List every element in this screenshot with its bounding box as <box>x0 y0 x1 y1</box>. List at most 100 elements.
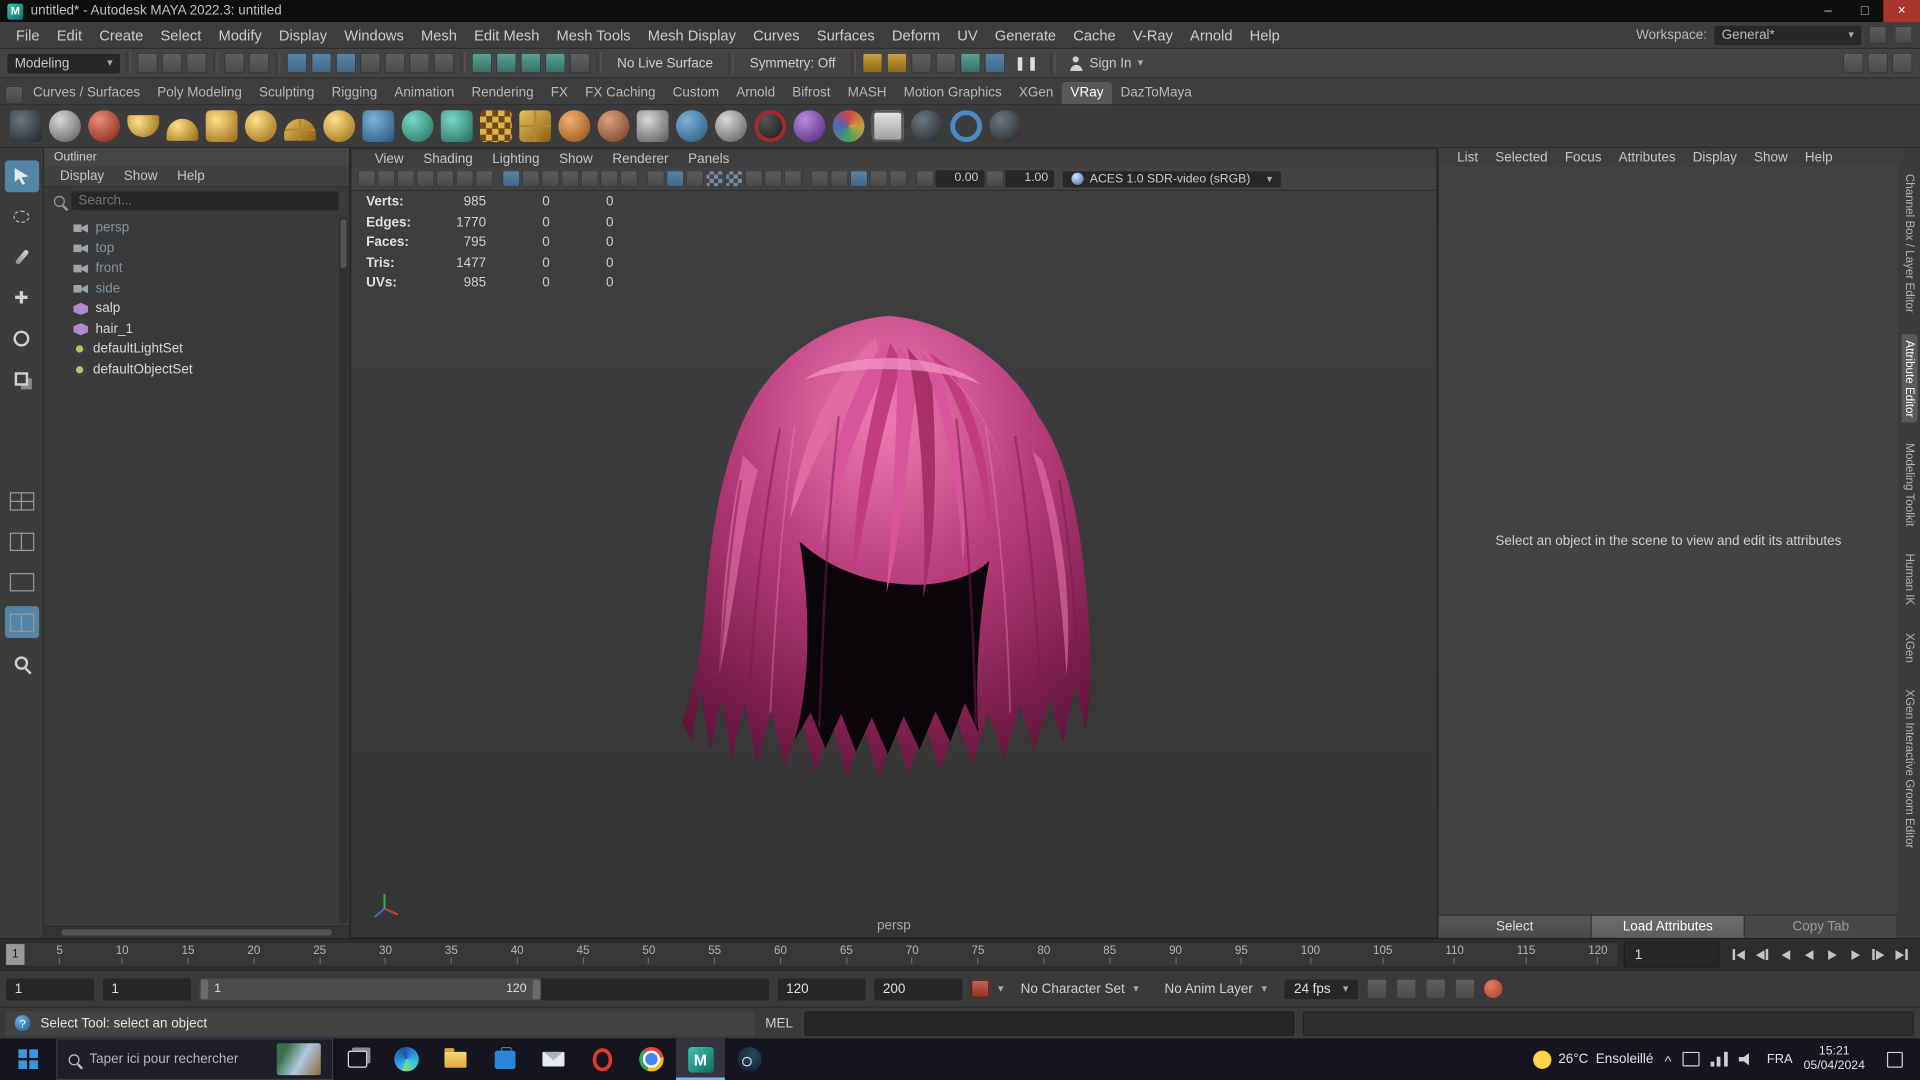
toggle-attribute-editor-icon[interactable] <box>1867 52 1889 74</box>
ambient-occlusion-icon[interactable] <box>764 170 783 188</box>
snap-to-curve-icon[interactable] <box>495 52 517 74</box>
menu-item[interactable]: Mesh Display <box>639 26 744 43</box>
field-chart-icon[interactable] <box>580 170 599 188</box>
lasso-tool-button[interactable] <box>4 201 38 233</box>
shelf-tab[interactable]: DazToMaya <box>1112 82 1200 104</box>
range-slider-track[interactable]: 1 120 <box>199 977 769 1000</box>
viewport-menu-item[interactable]: Show <box>551 151 602 166</box>
vray-checker-texture-icon[interactable] <box>480 110 512 143</box>
range-slider-handle[interactable]: 1 120 <box>199 977 542 1000</box>
viewport-canvas[interactable]: Verts: 985 0 0 Edges: 1770 0 0 Faces: 79… <box>351 191 1437 937</box>
play-backwards-button[interactable] <box>1799 943 1819 965</box>
attribute-editor-menu-item[interactable]: Help <box>1796 150 1841 165</box>
redo-icon[interactable] <box>248 52 270 74</box>
step-back-key-button[interactable] <box>1776 943 1796 965</box>
workspace-pin-icon[interactable] <box>1868 25 1887 45</box>
sign-in-button[interactable]: Sign In ▾ <box>1061 55 1150 71</box>
edge-app-button[interactable] <box>382 1038 431 1080</box>
attribute-editor-menu-item[interactable]: Focus <box>1556 150 1610 165</box>
sound-icon[interactable] <box>1425 978 1447 1000</box>
pause-viewport-icon[interactable]: ❚❚ <box>1009 55 1044 71</box>
maximize-button[interactable]: □ <box>1847 0 1884 22</box>
go-to-end-button[interactable] <box>1892 943 1912 965</box>
mel-label[interactable]: MEL <box>763 1016 796 1031</box>
attribute-editor-menu-item[interactable]: List <box>1449 150 1487 165</box>
vray-rect-light-icon[interactable] <box>205 110 238 143</box>
menu-item[interactable]: Modify <box>210 26 270 43</box>
open-scene-icon[interactable] <box>161 52 183 74</box>
gate-mask-icon[interactable] <box>560 170 580 188</box>
outliner-item[interactable]: hair_1 <box>44 319 349 339</box>
current-frame-marker[interactable]: 1 <box>6 944 25 965</box>
menu-item[interactable]: Curves <box>745 26 809 43</box>
shelf-tab[interactable]: FX Caching <box>577 82 665 104</box>
animation-start-field[interactable]: 1 <box>6 977 95 1000</box>
vray-sphere-light-icon[interactable] <box>244 110 277 143</box>
shelf-tab[interactable]: Rendering <box>463 82 542 104</box>
vray-volume-grid-icon[interactable] <box>911 110 943 143</box>
auto-keyframe-toggle-icon[interactable] <box>1484 979 1503 998</box>
toggle-toolbox-icon[interactable] <box>1842 52 1864 74</box>
menu-item[interactable]: Edit <box>48 26 90 43</box>
select-object-icon[interactable] <box>311 52 332 74</box>
menu-item[interactable]: Generate <box>986 26 1064 43</box>
chevron-down-icon[interactable]: ▾ <box>998 982 1004 995</box>
vray-dome-light-icon[interactable] <box>166 118 199 141</box>
viewport-menu-item[interactable]: Lighting <box>484 151 548 166</box>
taskbar-search-box[interactable]: Taper ici pour rechercher <box>56 1038 334 1080</box>
grease-pencil-icon[interactable] <box>475 170 494 188</box>
shadows-icon[interactable] <box>744 170 763 188</box>
mail-app-button[interactable] <box>529 1038 578 1080</box>
view-transform-dropdown[interactable]: ACES 1.0 SDR-video (sRGB) ▾ <box>1062 170 1281 187</box>
outliner-item[interactable]: top <box>44 238 349 258</box>
shelf-tab[interactable]: Rigging <box>323 82 386 104</box>
menu-item[interactable]: File <box>7 26 48 43</box>
resolution-gate-icon[interactable] <box>541 170 560 188</box>
outliner-item[interactable]: front <box>44 258 349 278</box>
sidebar-tab[interactable]: Channel Box / Layer Editor <box>1901 168 1917 319</box>
menu-item[interactable]: Windows <box>336 26 413 43</box>
lighting-default-icon[interactable] <box>830 170 849 188</box>
pan-zoom-icon[interactable] <box>455 170 474 188</box>
shelf-tab[interactable]: Poly Modeling <box>149 82 251 104</box>
vray-sky-icon[interactable] <box>362 110 395 143</box>
taskbar-clock[interactable]: 15:21 05/04/2024 <box>1804 1044 1865 1075</box>
symmetry-label[interactable]: Symmetry: Off <box>740 56 845 71</box>
menu-item[interactable]: Mesh <box>412 26 465 43</box>
outliner-item[interactable]: persp <box>44 218 349 238</box>
load-attributes-button[interactable]: Load Attributes <box>1591 915 1745 938</box>
light-editor-icon[interactable] <box>960 52 982 74</box>
current-time-field[interactable]: 1 <box>1623 941 1720 968</box>
safe-action-icon[interactable] <box>600 170 619 188</box>
play-forwards-button[interactable] <box>1822 943 1842 965</box>
layout-four-pane-button[interactable] <box>4 485 38 517</box>
step-forward-key-button[interactable] <box>1845 943 1865 965</box>
vray-hair-material-icon[interactable] <box>597 110 630 143</box>
weather-widget[interactable]: 26°C Ensoleillé <box>1532 1050 1653 1069</box>
search-highlight-thumbnail[interactable] <box>276 1043 321 1076</box>
outliner-menu-item[interactable]: Help <box>169 169 214 184</box>
playback-end-field[interactable]: 120 <box>777 977 866 1000</box>
menu-item[interactable]: Cache <box>1065 26 1125 43</box>
rotate-tool-button[interactable] <box>4 322 38 354</box>
workspace-selector[interactable]: General* ▾ <box>1714 25 1862 45</box>
vray-about-icon[interactable] <box>989 110 1022 143</box>
lighting-all-icon[interactable] <box>810 170 829 188</box>
viewport-menu-item[interactable]: Panels <box>680 151 738 166</box>
action-center-button[interactable] <box>1876 1051 1913 1068</box>
outliner-item[interactable]: defaultObjectSet <box>44 359 349 379</box>
sidebar-tab[interactable]: Modeling Toolkit <box>1901 438 1917 533</box>
use-default-material-icon[interactable] <box>724 170 744 188</box>
menu-item[interactable]: Mesh Tools <box>548 26 639 43</box>
animation-end-field[interactable]: 200 <box>874 977 963 1000</box>
anim-layer-dropdown[interactable]: No Anim Layer ▾ <box>1156 980 1276 997</box>
menu-item[interactable]: Help <box>1241 26 1288 43</box>
render-settings-icon[interactable] <box>911 52 933 74</box>
layout-single-pane-button[interactable] <box>4 566 38 598</box>
select-points-icon[interactable] <box>384 52 406 74</box>
shelf-tab[interactable]: Animation <box>386 82 463 104</box>
shelf-menu-icon[interactable] <box>4 85 24 105</box>
shelf-tab[interactable]: MASH <box>839 82 895 104</box>
store-app-button[interactable] <box>480 1038 529 1080</box>
film-gate-icon[interactable] <box>521 170 541 188</box>
